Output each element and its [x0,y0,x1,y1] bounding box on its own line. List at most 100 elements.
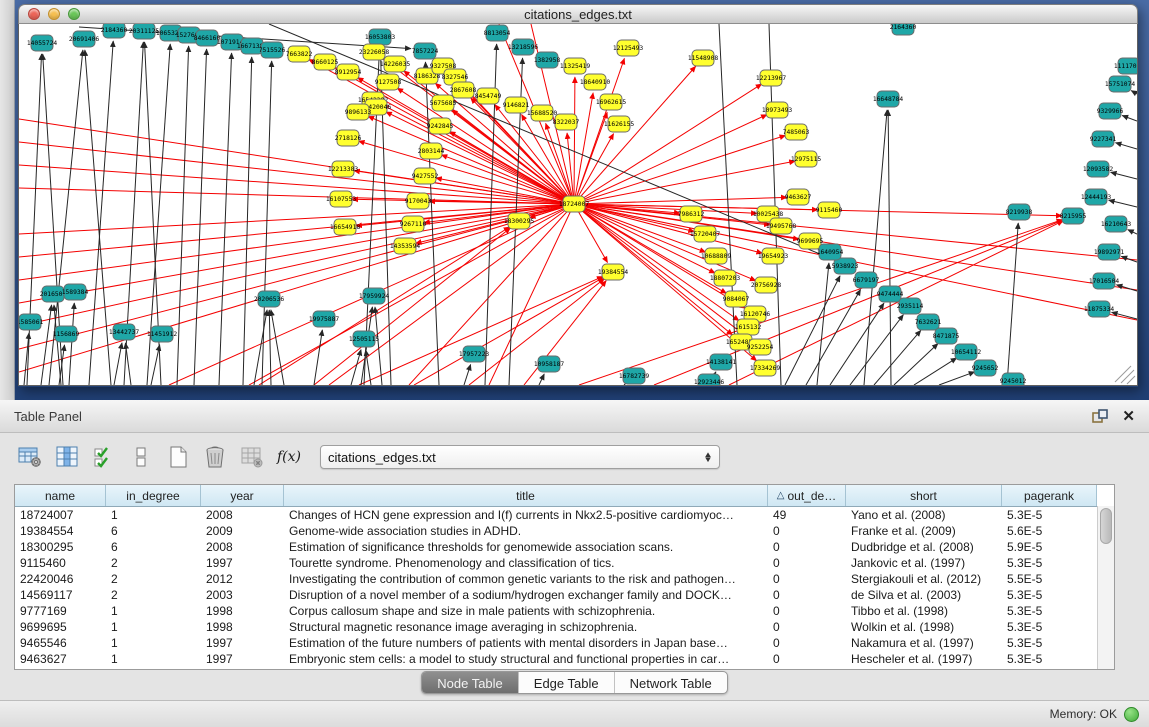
graph-node[interactable]: 14055724 [27,35,58,51]
graph-edge[interactable] [888,110,891,385]
graph-node[interactable]: 8813054 [484,25,511,41]
graph-node[interactable]: 14138141 [706,354,737,370]
graph-node[interactable]: 16654918 [330,219,361,235]
graph-node[interactable]: 2803144 [418,143,445,159]
graph-edge[interactable] [254,310,267,385]
graph-node[interactable]: 16648784 [873,91,904,107]
graph-edge[interactable] [219,53,232,385]
new-document-button[interactable] [164,444,192,470]
graph-node[interactable]: 17959924 [359,288,390,304]
tab-edge-table[interactable]: Edge Table [519,672,615,693]
graph-node[interactable]: 12923446 [694,374,725,385]
table-panel-header[interactable]: Table Panel ✕ [0,400,1149,433]
delete-table-button-disabled[interactable] [238,444,266,470]
graph-node[interactable]: 8454749 [475,88,502,104]
graph-node[interactable]: 8322037 [553,114,580,130]
graph-node[interactable]: 18807203 [710,270,741,286]
graph-node[interactable]: 2184360 [101,24,128,38]
tab-node-table[interactable]: Node Table [422,672,519,693]
graph-node[interactable]: 14226035 [380,56,411,72]
graph-node[interactable]: 10654112 [951,344,982,360]
graph-node[interactable]: 7986312 [678,206,705,222]
graph-edge[interactable] [539,374,544,385]
graph-edge[interactable] [375,307,382,385]
graph-node[interactable]: 8215955 [1060,208,1087,224]
column-header-out_de[interactable]: △out_de… [768,485,846,506]
graph-node[interactable]: 11117014 [1114,58,1137,74]
graph-node[interactable]: 2718126 [335,130,362,146]
graph-node[interactable]: 20206536 [254,291,285,307]
graph-node[interactable]: 1382958 [534,52,561,68]
graph-node[interactable]: 11626155 [604,116,635,132]
table-row[interactable]: 946362711997Embryonic stem cells: a mode… [15,651,1114,667]
graph-edge[interactable] [574,77,575,204]
graph-edge[interactable] [151,345,160,385]
graph-node[interactable]: 19495768 [766,218,797,234]
graph-edge[interactable] [1131,91,1137,94]
graph-edge[interactable] [864,110,887,385]
minimize-window-button[interactable] [48,8,60,20]
graph-edge[interactable] [806,290,861,385]
column-header-short[interactable]: short [846,485,1002,506]
column-header-year[interactable]: year [201,485,284,506]
graph-node[interactable]: 9245012 [1000,373,1027,385]
graph-node[interactable]: 12213383 [328,161,359,177]
select-checklist-button[interactable] [90,444,118,470]
graph-node[interactable]: 20691406 [69,31,100,47]
graph-node[interactable]: 16962615 [596,94,627,110]
graph-edge[interactable] [194,49,207,385]
graph-node[interactable]: 7632621 [915,314,942,330]
zoom-window-button[interactable] [68,8,80,20]
graph-edge[interactable] [1109,200,1137,207]
graph-edge[interactable] [574,197,787,204]
graph-node[interactable]: 20311125 [129,24,160,39]
graph-edge[interactable] [817,263,829,385]
graph-edge[interactable] [894,344,938,385]
network-graph[interactable]: 1405572420691406218436020311125106532871… [19,24,1137,385]
table-row[interactable]: 977716911998Corpus callosum shape and si… [15,603,1114,619]
column-header-name[interactable]: name [15,485,106,506]
graph-edge[interactable] [314,330,322,385]
graph-node[interactable]: 8471875 [933,328,960,344]
window-titlebar[interactable]: citations_edges.txt [18,4,1138,24]
graph-node[interactable]: 8912954 [335,64,362,80]
column-header-title[interactable]: title [284,485,768,506]
graph-node[interactable]: 2164360 [890,24,917,35]
graph-edge[interactable] [424,204,574,223]
graph-node[interactable]: 18300295 [504,213,535,229]
table-row[interactable]: 1938455462009Genome-wide association stu… [15,523,1114,539]
graph-node[interactable]: 18724007 [559,196,590,212]
graph-node[interactable]: 16053803 [365,29,396,45]
graph-node[interactable]: 9245652 [972,360,999,376]
graph-edge[interactable] [1111,172,1137,179]
column-view-button[interactable] [53,444,81,470]
graph-edge[interactable] [1121,370,1134,383]
graph-node[interactable]: 1615132 [735,319,762,335]
graph-node[interactable]: 9084067 [723,291,750,307]
graph-edge[interactable] [114,343,122,385]
graph-node[interactable]: 7515526 [259,42,286,58]
graph-edge[interactable] [1115,143,1137,149]
graph-edge[interactable] [524,281,606,385]
graph-edge[interactable] [1128,230,1137,234]
graph-node[interactable]: 12093582 [1083,161,1114,177]
graph-node[interactable]: 19975887 [309,311,340,327]
graph-node[interactable]: 19654923 [758,248,789,264]
graph-node[interactable]: 18640910 [580,74,611,90]
graph-node[interactable]: 10973493 [762,102,793,118]
graph-node[interactable]: 1585061 [19,314,43,330]
graph-edge[interactable] [177,46,189,385]
graph-node[interactable]: 6679197 [853,272,880,288]
graph-edge[interactable] [59,345,65,385]
graph-edge[interactable] [1121,256,1137,262]
graph-node[interactable]: 10958187 [534,356,565,372]
graph-node[interactable]: 9227341 [1090,131,1117,147]
column-header-in_degree[interactable]: in_degree [106,485,201,506]
graph-node[interactable]: 13442737 [109,324,140,340]
network-table-select[interactable]: citations_edges.txt ▲ ▼ [320,445,720,469]
graph-edge[interactable] [414,277,603,385]
graph-node[interactable]: 11548908 [688,50,719,66]
graph-node[interactable]: 9329966 [1097,103,1124,119]
graph-node[interactable]: 17957223 [459,346,490,362]
graph-node[interactable]: 9170043 [405,193,432,209]
